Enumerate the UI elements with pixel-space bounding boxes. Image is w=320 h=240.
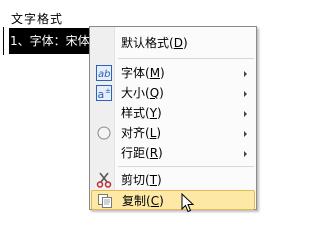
- menu-separator: [118, 166, 254, 167]
- radio-circle-icon: [96, 125, 112, 141]
- copy-icon: [97, 193, 113, 209]
- submenu-arrow-icon: [244, 91, 247, 97]
- menu-item-line-spacing[interactable]: 行距(R): [91, 143, 255, 163]
- context-menu: 默认格式(D) ab 字体(M) a ± 大小(Q) 样式(Y) 对齐(L) 行…: [89, 26, 257, 210]
- menu-item-font[interactable]: ab 字体(M): [91, 63, 255, 83]
- submenu-arrow-icon: [244, 151, 247, 157]
- submenu-arrow-icon: [244, 131, 247, 137]
- menu-item-label: 字体(M): [121, 66, 165, 80]
- svg-text:a: a: [98, 88, 105, 101]
- menu-item-label: 行距(R): [121, 146, 163, 160]
- menu-item-style[interactable]: 样式(Y): [91, 103, 255, 123]
- menu-separator: [118, 58, 254, 59]
- svg-text:±: ±: [105, 87, 111, 95]
- text-caret: [3, 27, 4, 55]
- menu-item-align[interactable]: 对齐(L): [91, 123, 255, 143]
- menu-item-label: 复制(C): [122, 194, 164, 208]
- menu-item-copy[interactable]: 复制(C): [91, 190, 255, 210]
- document-title: 文字格式: [11, 12, 64, 26]
- scissors-icon: [96, 172, 112, 188]
- submenu-arrow-icon: [244, 111, 247, 117]
- submenu-arrow-icon: [244, 71, 247, 77]
- font-icon: ab: [96, 65, 112, 81]
- menu-item-label: 剪切(T): [121, 173, 162, 187]
- menu-item-default-format[interactable]: 默认格式(D): [91, 33, 255, 53]
- menu-item-label: 对齐(L): [121, 126, 162, 140]
- svg-text:ab: ab: [98, 69, 110, 80]
- menu-item-size[interactable]: a ± 大小(Q): [91, 83, 255, 103]
- menu-item-label: 大小(Q): [121, 86, 164, 100]
- menu-item-label: 样式(Y): [121, 106, 162, 120]
- menu-item-cut[interactable]: 剪切(T): [91, 170, 255, 190]
- font-size-icon: a ±: [96, 85, 112, 101]
- menu-item-label: 默认格式(D): [121, 36, 188, 50]
- mouse-pointer-icon: [181, 192, 195, 213]
